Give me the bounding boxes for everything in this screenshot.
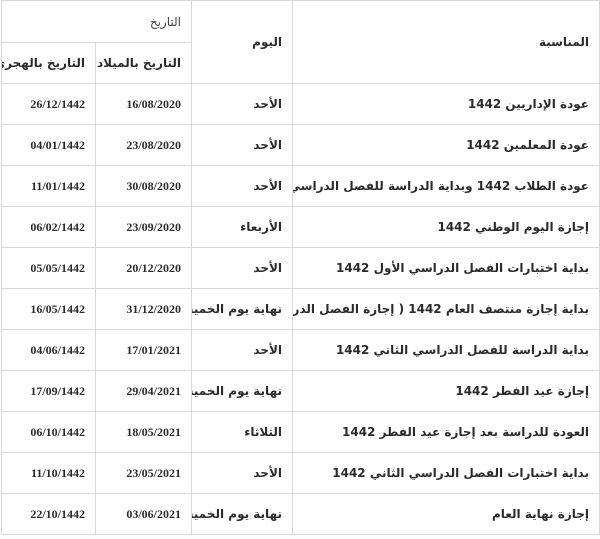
event-cell: العودة للدراسة بعد إجازة عيد الفطر 1442 (292, 411, 600, 453)
hijri-date-cell: 06/02/1442 (1, 206, 96, 248)
header-date-group: التاريخ (1, 0, 192, 43)
event-cell: بداية الدراسة للفصل الدراسي الثاني 1442 (292, 329, 600, 371)
gregorian-date-cell: 20/12/2020 (95, 247, 192, 289)
calendar-page: المناسبة اليوم التاريخ التاريخ بالميلادي… (0, 0, 600, 539)
day-cell: الأحد (191, 452, 293, 494)
table-row: العودة للدراسة بعد إجازة عيد الفطر 1442 ا… (1, 411, 600, 453)
header-day: اليوم (191, 0, 293, 84)
table-row: بداية الدراسة للفصل الدراسي الثاني 1442 ا… (1, 329, 600, 371)
table-row: بداية إجازة منتصف العام 1442 ( إجازة الف… (1, 288, 600, 330)
hijri-date-cell: 05/05/1442 (1, 247, 96, 289)
header-gregorian: التاريخ بالميلادي (95, 42, 192, 84)
hijri-date-cell: 22/10/1442 (1, 493, 96, 535)
event-cell: إجازة اليوم الوطني 1442 (292, 206, 600, 248)
day-cell: الثلاثاء (191, 411, 293, 453)
hijri-date-cell: 06/10/1442 (1, 411, 96, 453)
gregorian-date-cell: 23/09/2020 (95, 206, 192, 248)
gregorian-date-cell: 31/12/2020 (95, 288, 192, 330)
gregorian-date-cell: 30/08/2020 (95, 165, 192, 207)
day-cell: الأربعاء (191, 206, 293, 248)
table-row: بداية اختبارات الفصل الدراسي الأول 1442 ا… (1, 247, 600, 289)
day-cell: نهاية يوم الخميس (191, 493, 293, 535)
day-cell: الأحد (191, 83, 293, 125)
hijri-date-cell: 17/09/1442 (1, 370, 96, 412)
hijri-date-cell: 11/01/1442 (1, 165, 96, 207)
event-cell: عودة المعلمين 1442 (292, 124, 600, 166)
day-cell: الأحد (191, 124, 293, 166)
table-row: إجازة عيد الفطر 1442نهاية يوم الخميس29/0… (1, 370, 600, 412)
gregorian-date-cell: 23/08/2020 (95, 124, 192, 166)
event-cell: عودة الإداريين 1442 (292, 83, 600, 125)
day-cell: الأحد (191, 165, 293, 207)
day-cell: الأحد (191, 329, 293, 371)
event-cell: بداية اختبارات الفصل الدراسي الثاني 1442 (292, 452, 600, 494)
gregorian-date-cell: 23/05/2021 (95, 452, 192, 494)
gregorian-date-cell: 03/06/2021 (95, 493, 192, 535)
gregorian-date-cell: 17/01/2021 (95, 329, 192, 371)
table-row: عودة المعلمين 1442 الأحد 23/08/2020 04/01/1… (1, 124, 600, 166)
header-hijri: التاريخ بالهجري (1, 42, 96, 84)
table-row: عودة الطلاب 1442 وبداية الدراسة للفصل ال… (1, 165, 600, 207)
hijri-date-cell: 04/01/1442 (1, 124, 96, 166)
table-row: بداية اختبارات الفصل الدراسي الثاني 1442… (1, 452, 600, 494)
table-row: عودة الإداريين 1442 الأحد 16/08/2020 26/12/… (1, 83, 600, 125)
gregorian-date-cell: 18/05/2021 (95, 411, 192, 453)
table-row: إجازة نهاية العامنهاية يوم الخميس03/06/2… (1, 493, 600, 535)
hijri-date-cell: 11/10/1442 (1, 452, 96, 494)
hijri-date-cell: 16/05/1442 (1, 288, 96, 330)
event-cell: بداية اختبارات الفصل الدراسي الأول 1442 (292, 247, 600, 289)
table-row: إجازة اليوم الوطني 1442 الأربعاء 23/09/202… (1, 206, 600, 248)
gregorian-date-cell: 16/08/2020 (95, 83, 192, 125)
academic-calendar-table: المناسبة اليوم التاريخ التاريخ بالميلادي… (1, 0, 600, 535)
hijri-date-cell: 26/12/1442 (1, 83, 96, 125)
gregorian-date-cell: 29/04/2021 (95, 370, 192, 412)
hijri-date-cell: 04/06/1442 (1, 329, 96, 371)
event-cell: إجازة عيد الفطر 1442 (292, 370, 600, 412)
event-cell: إجازة نهاية العام (292, 493, 600, 535)
day-cell: نهاية يوم الخميس (191, 370, 293, 412)
day-cell: الأحد (191, 247, 293, 289)
event-cell: عودة الطلاب 1442 وبداية الدراسة للفصل ال… (292, 165, 600, 207)
header-occasion: المناسبة (292, 0, 600, 84)
day-cell: نهاية يوم الخميس (191, 288, 293, 330)
event-cell: بداية إجازة منتصف العام 1442 ( إجازة الف… (292, 288, 600, 330)
